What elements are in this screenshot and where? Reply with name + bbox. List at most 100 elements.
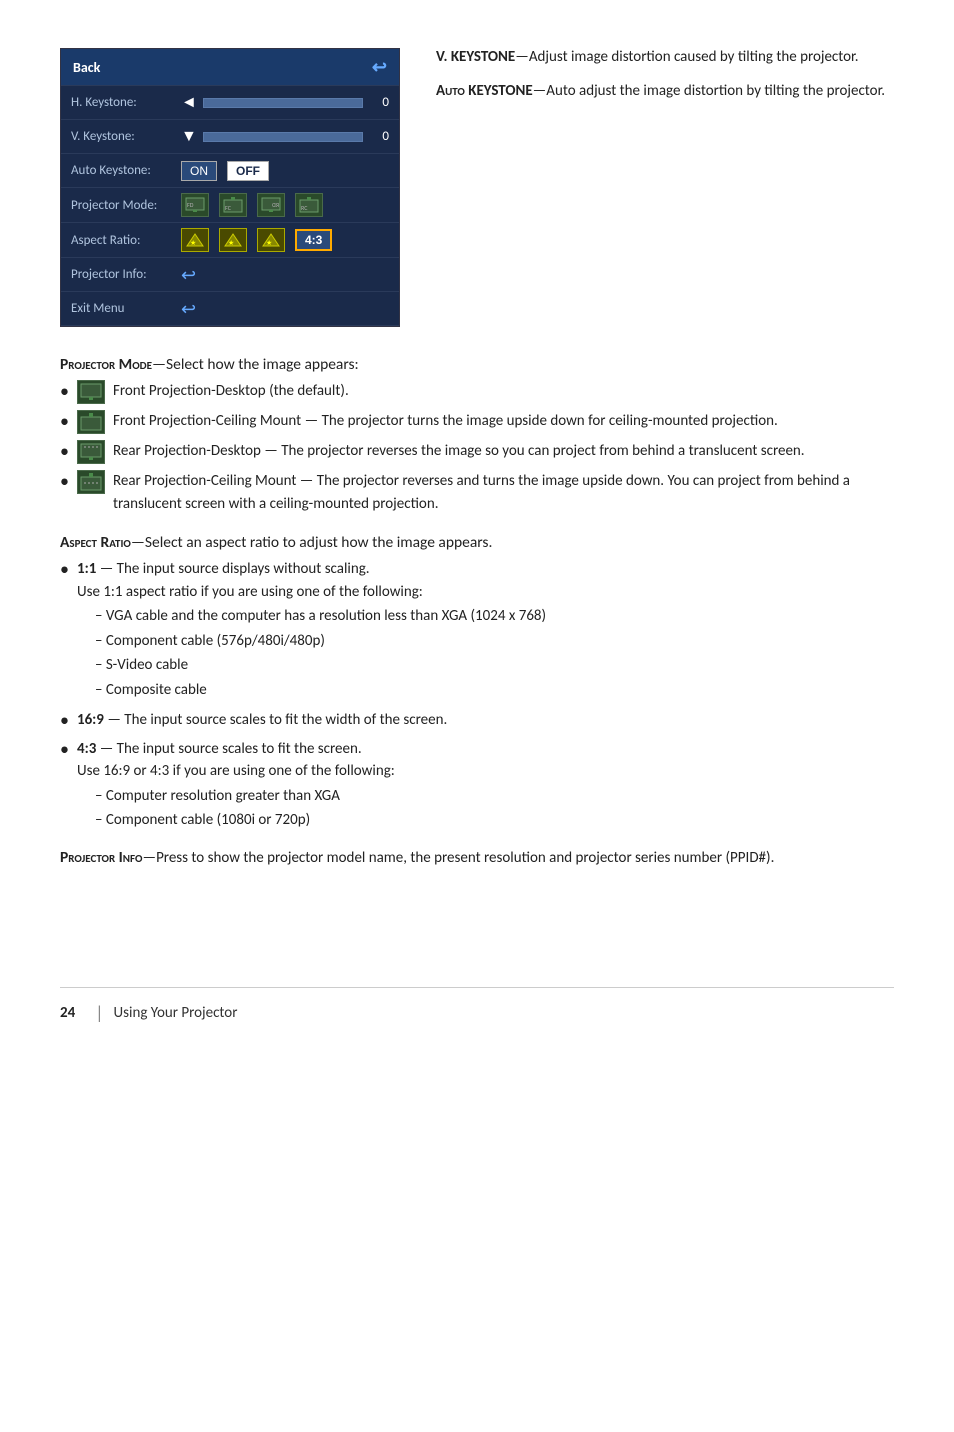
aspect-ratio-section-title: Aspect Ratio—Select an aspect ratio to a… (60, 533, 894, 552)
aspect-ratio-em: — (131, 533, 145, 552)
osd-exit-menu-label: Exit Menu (71, 301, 181, 316)
osd-header-row: Back ↩ (61, 49, 399, 86)
projector-info-em: — (142, 849, 156, 867)
auto-keystone-info-block: Auto Keystone—Auto adjust the image dist… (436, 82, 894, 100)
svg-text:★: ★ (190, 238, 196, 247)
osd-projector-mode-controls: FD FC RD RC (181, 193, 389, 217)
projector-mode-section-title: Projector Mode—Select how the image appe… (60, 355, 894, 374)
projector-mode-fp-ceil-icon (77, 410, 105, 434)
osd-h-keystone-controls: ◄ 0 (181, 93, 389, 112)
projector-mode-fp-desk-text: Front Projection-Desktop (the default). (113, 380, 894, 403)
bullet-dot-rp-ceil: • (60, 472, 69, 490)
osd-v-keystone-down-arrow[interactable]: ▼ (181, 127, 197, 146)
aspect-ratio-sub-item-svideo: S-Video cable (95, 654, 894, 677)
aspect-ratio-section: Aspect Ratio—Select an aspect ratio to a… (60, 533, 894, 834)
aspect-ratio-4to3-sub-intro: Use 16:9 or 4:3 if you are using one of … (77, 762, 395, 780)
osd-exit-menu-controls: ↩ (181, 298, 389, 320)
top-section: Back ↩ H. Keystone: ◄ 0 V. Keystone: ▼ 0 (60, 48, 894, 327)
osd-aspect-icon-2[interactable]: ★ (219, 228, 247, 252)
osd-auto-keystone-off-btn[interactable]: OFF (227, 161, 269, 181)
osd-projector-info-arrow[interactable]: ↩ (181, 264, 196, 286)
aspect-ratio-4to3-label: 4:3 (77, 740, 96, 758)
bullet-dot-4to3: • (60, 740, 69, 758)
aspect-ratio-title-text: Aspect Ratio (60, 533, 131, 552)
projector-mode-item-fp-desk: • Front Projection-Desktop (the default)… (60, 380, 894, 404)
osd-auto-keystone-controls: ON OFF (181, 161, 389, 181)
osd-header-arrow: ↩ (372, 56, 387, 78)
osd-v-keystone-label: V. Keystone: (71, 129, 181, 144)
projector-mode-fp-desk-icon (77, 380, 105, 404)
aspect-ratio-intro: Select an aspect ratio to adjust how the… (145, 533, 493, 552)
osd-projector-mode-icon-rp-ceil[interactable]: RC (295, 193, 323, 217)
aspect-ratio-item-1to1: • 1:1 — The input source displays withou… (60, 558, 894, 703)
osd-auto-keystone-label: Auto Keystone: (71, 163, 181, 178)
projector-mode-item-rp-ceil: • Rear Projection-Ceiling Mount — The pr… (60, 470, 894, 515)
osd-auto-keystone-on-btn[interactable]: ON (181, 161, 217, 181)
projector-mode-intro: Select how the image appears: (166, 355, 359, 374)
projector-mode-rp-desk-text: Rear Projection-Desktop — The projector … (113, 440, 894, 463)
osd-projector-mode-icon-rp-desk[interactable]: RD (257, 193, 285, 217)
projector-info-section-title: Projector Info—Press to show the project… (60, 848, 894, 867)
aspect-ratio-4to3-text: 4:3 — The input source scales to fit the… (77, 738, 894, 834)
osd-projector-mode-label: Projector Mode: (71, 198, 181, 213)
osd-v-keystone-controls: ▼ 0 (181, 127, 389, 146)
osd-h-keystone-slider[interactable] (203, 98, 363, 108)
aspect-ratio-sub-item-composite: Composite cable (95, 679, 894, 702)
bullet-dot-rp-desk: • (60, 442, 69, 460)
main-content: Projector Mode—Select how the image appe… (60, 355, 894, 867)
v-keystone-info-block: V. Keystone—Adjust image distortion caus… (436, 48, 894, 66)
osd-projector-mode-icon-fp-ceil[interactable]: FC (219, 193, 247, 217)
osd-projector-info-row: Projector Info: ↩ (61, 258, 399, 292)
auto-keystone-em: — (533, 82, 547, 100)
projector-mode-rp-desk-icon (77, 440, 105, 464)
projector-mode-rp-ceil-text: Rear Projection-Ceiling Mount — The proj… (113, 470, 894, 515)
osd-aspect-icon-3[interactable]: ★ (257, 228, 285, 252)
osd-projector-mode-icon-fp-desk[interactable]: FD (181, 193, 209, 217)
osd-v-keystone-row: V. Keystone: ▼ 0 (61, 120, 399, 154)
osd-exit-menu-arrow[interactable]: ↩ (181, 298, 196, 320)
projector-mode-items: • Front Projection-Desktop (the default)… (60, 380, 894, 515)
projector-mode-title-em: — (152, 355, 166, 374)
osd-h-keystone-left-arrow[interactable]: ◄ (181, 93, 197, 112)
v-keystone-em: — (515, 48, 529, 66)
footer-title: Using Your Projector (114, 1004, 238, 1022)
svg-text:FC: FC (225, 204, 232, 212)
osd-h-keystone-row: H. Keystone: ◄ 0 (61, 86, 399, 120)
aspect-ratio-1to1-label: 1:1 (77, 560, 96, 578)
osd-menu: Back ↩ H. Keystone: ◄ 0 V. Keystone: ▼ 0 (60, 48, 400, 327)
aspect-ratio-sub-item-component1: Component cable (576p/480i/480p) (95, 630, 894, 653)
aspect-ratio-1to1-text: 1:1 — The input source displays without … (77, 558, 894, 703)
svg-text:★: ★ (266, 238, 272, 247)
svg-text:RC: RC (301, 204, 308, 212)
osd-projector-info-label: Projector Info: (71, 267, 181, 282)
footer-separator: | (95, 1002, 103, 1024)
osd-aspect-ratio-43-btn[interactable]: 4:3 (295, 229, 332, 251)
osd-v-keystone-slider[interactable] (203, 132, 363, 142)
v-keystone-title: V. Keystone (436, 48, 515, 66)
svg-text:★: ★ (228, 238, 234, 247)
aspect-ratio-sub-item-component2: Component cable (1080i or 720p) (95, 809, 894, 832)
auto-keystone-title: Auto Keystone (436, 82, 533, 100)
aspect-ratio-1to1-sub-intro: Use 1:1 aspect ratio if you are using on… (77, 583, 423, 601)
projector-mode-rp-ceil-icon (77, 470, 105, 494)
osd-aspect-ratio-controls: ★ ★ ★ 4:3 (181, 228, 389, 252)
osd-right-info: V. Keystone—Adjust image distortion caus… (436, 48, 894, 327)
osd-h-keystone-value: 0 (369, 95, 389, 110)
aspect-ratio-sub-item-comp-res: Computer resolution greater than XGA (95, 785, 894, 808)
osd-aspect-ratio-row: Aspect Ratio: ★ ★ ★ 4:3 (61, 223, 399, 258)
bullet-dot-fp-ceil: • (60, 412, 69, 430)
projector-info-desc: Press to show the projector model name, … (156, 849, 774, 867)
aspect-ratio-4to3-sub-list: Computer resolution greater than XGA Com… (95, 785, 894, 832)
aspect-ratio-16to9-label: 16:9 (77, 711, 104, 729)
osd-aspect-ratio-label: Aspect Ratio: (71, 233, 181, 248)
bullet-dot-fp-desk: • (60, 382, 69, 400)
aspect-ratio-16to9-text: 16:9 — The input source scales to fit th… (77, 709, 894, 732)
projector-mode-item-fp-ceil: • Front Projection-Ceiling Mount — The p… (60, 410, 894, 434)
osd-aspect-icon-1[interactable]: ★ (181, 228, 209, 252)
projector-mode-item-rp-desk: • Rear Projection-Desktop — The projecto… (60, 440, 894, 464)
aspect-ratio-1to1-sub-list: VGA cable and the computer has a resolut… (95, 605, 894, 701)
projector-info-section: Projector Info—Press to show the project… (60, 848, 894, 867)
v-keystone-desc: Adjust image distortion caused by tiltin… (529, 48, 859, 66)
svg-text:RD: RD (272, 201, 279, 209)
aspect-ratio-item-4to3: • 4:3 — The input source scales to fit t… (60, 738, 894, 834)
